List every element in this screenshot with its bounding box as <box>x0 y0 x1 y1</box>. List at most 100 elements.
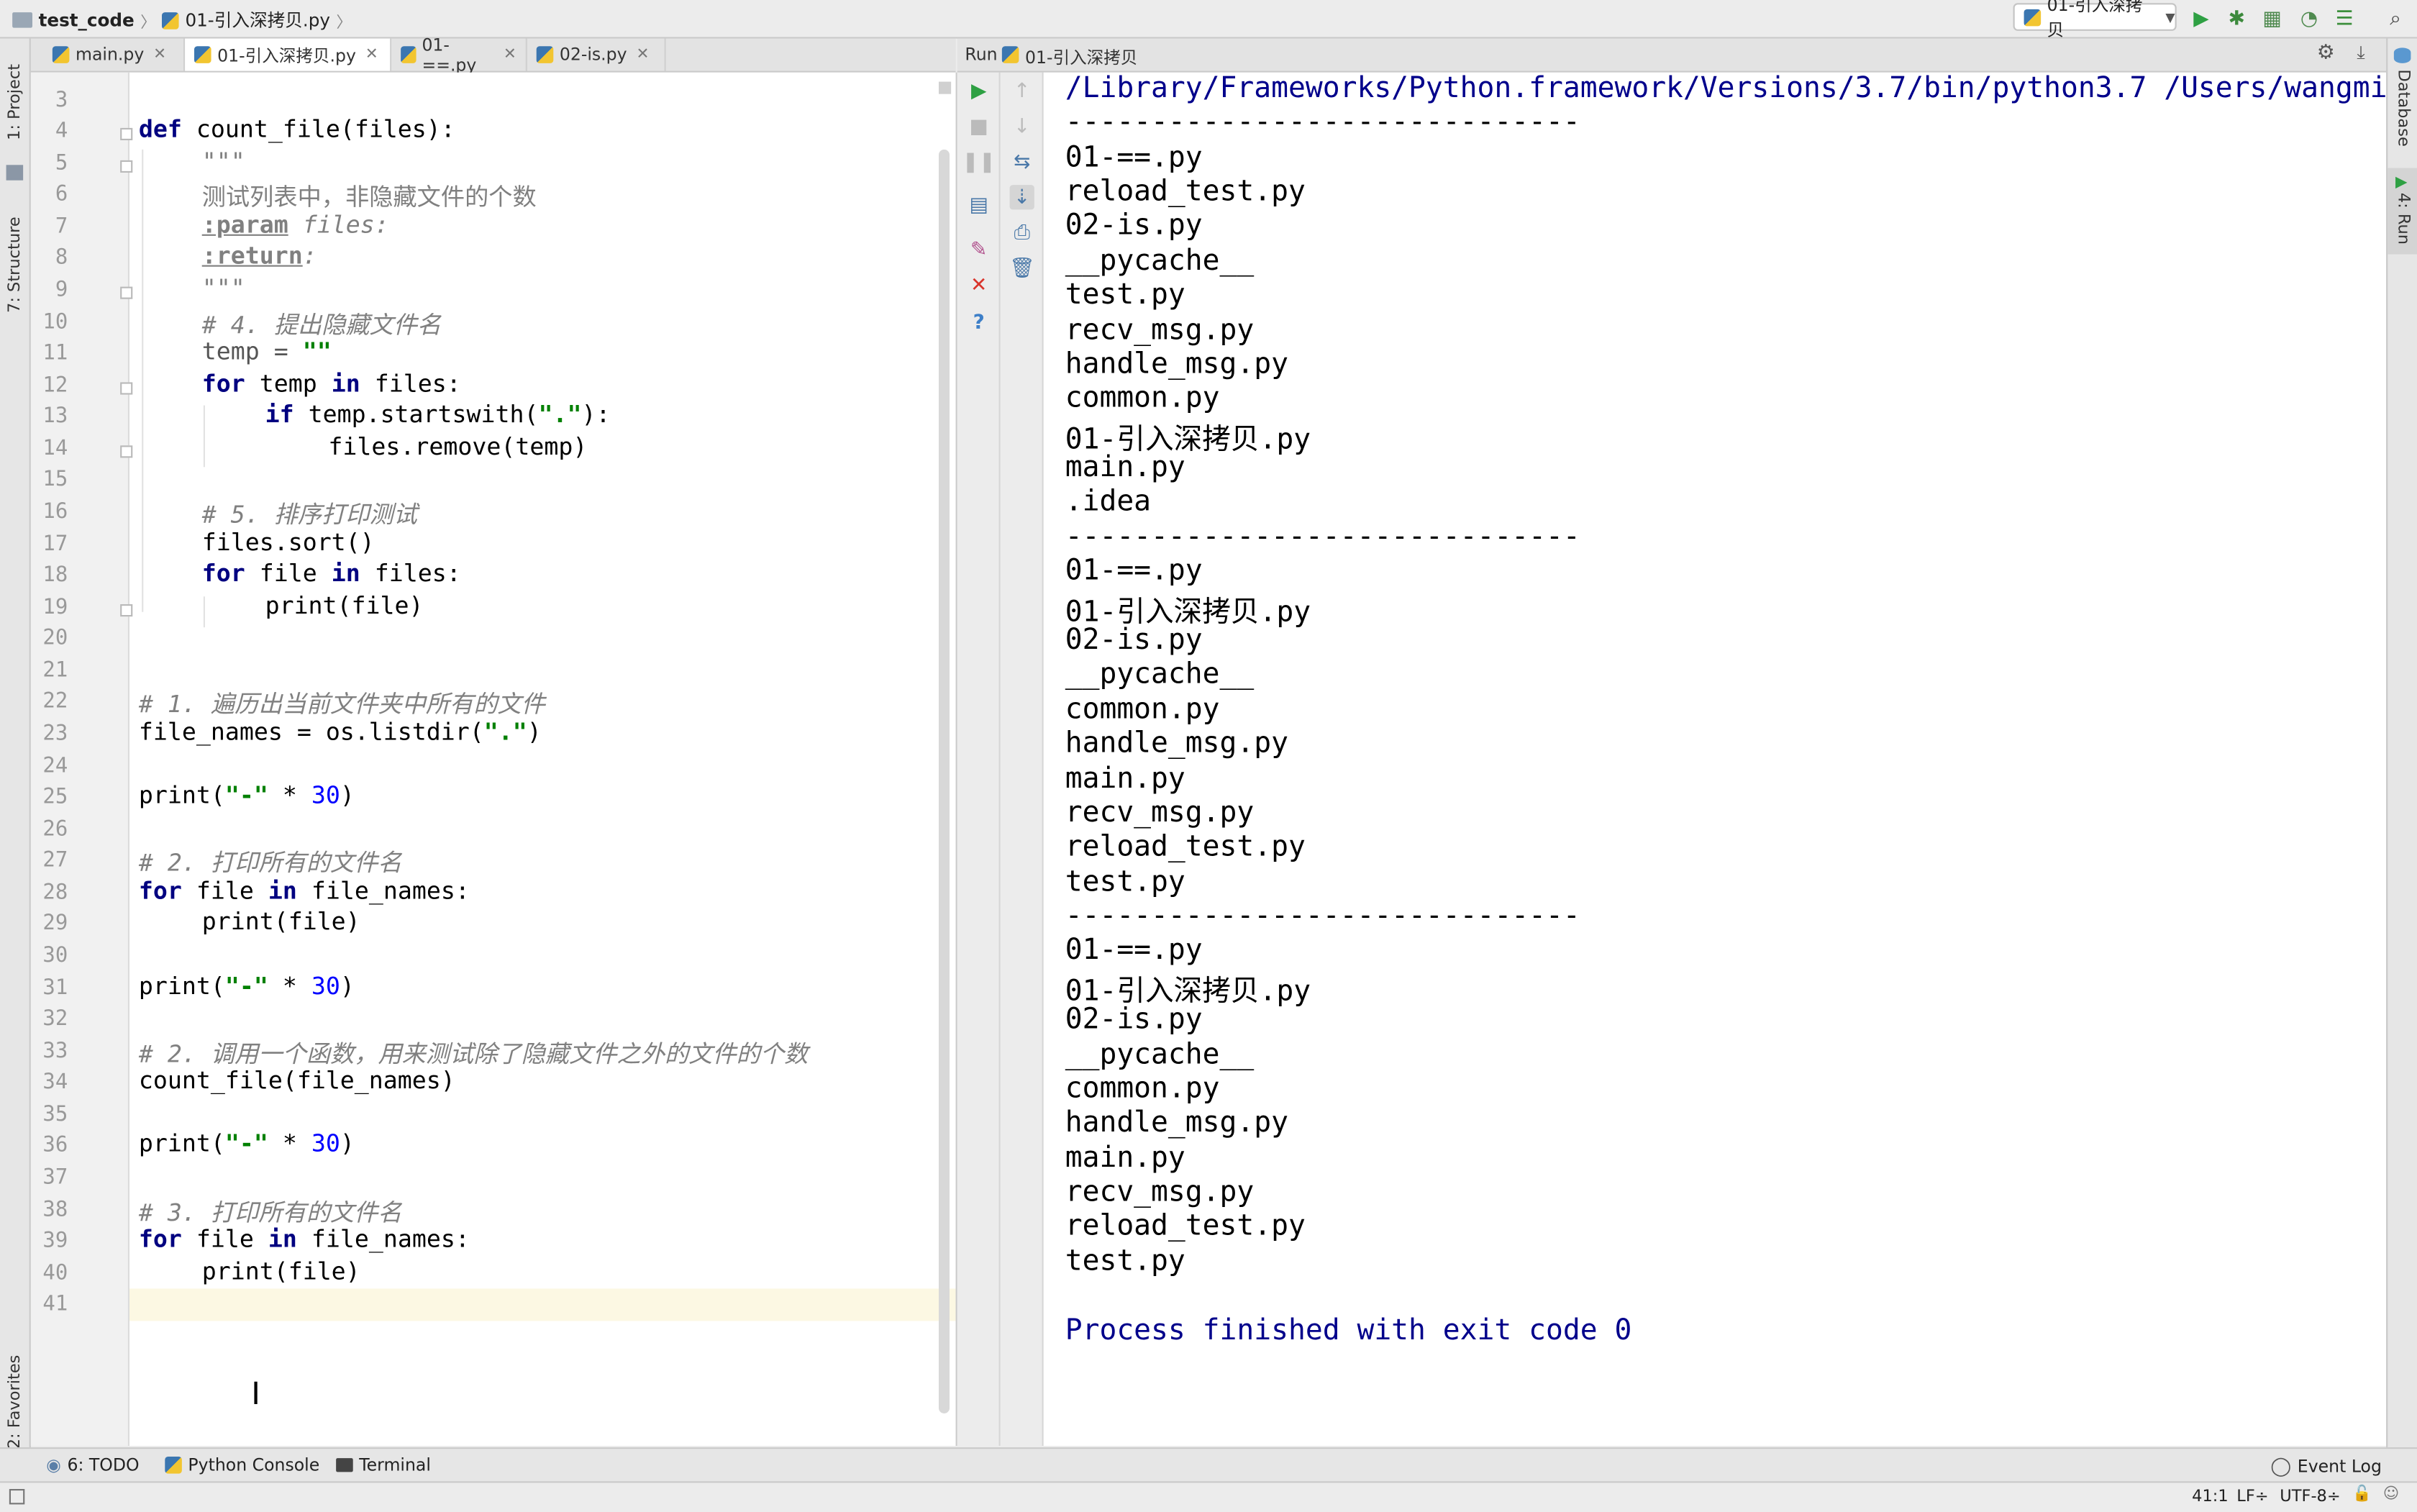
fold-marker[interactable] <box>120 604 133 617</box>
console-command: /Library/Frameworks/Python.framework/Ver… <box>1065 72 2387 105</box>
console-line: 01-==.py <box>1065 142 1203 175</box>
console-line: reload_test.py <box>1065 176 1306 209</box>
line-number: 19 <box>42 595 68 620</box>
run-configuration-select[interactable]: 01-引入深拷贝 ▼ <box>2013 0 2177 40</box>
left-tool-strip: 1: Project 7: Structure 2: Favorites ★ <box>0 38 31 1480</box>
fold-marker[interactable] <box>120 127 133 140</box>
concurrency-icon[interactable]: ☰ <box>2332 6 2357 31</box>
code-line: print(file) <box>201 908 360 936</box>
terminal-tool-button[interactable]: Terminal <box>336 1455 431 1475</box>
search-icon[interactable]: ⌕ <box>2383 6 2408 31</box>
line-number: 17 <box>42 532 68 557</box>
close-icon[interactable]: ✕ <box>636 46 649 63</box>
console-line: .idea <box>1065 486 1152 518</box>
pin-icon[interactable]: ✎ <box>967 237 991 262</box>
breadcrumb-project[interactable]: test_code <box>39 9 135 31</box>
soft-wrap-icon[interactable]: ⇆ <box>1010 150 1034 174</box>
toggle-tool-windows-icon[interactable] <box>9 1489 25 1505</box>
arrow-down-icon[interactable]: ↓ <box>1010 114 1034 139</box>
python-file-icon <box>536 46 554 63</box>
stop-icon[interactable]: ■ <box>967 114 991 139</box>
console-line: ------------------------------ <box>1065 106 1580 139</box>
python-console-tool-button[interactable]: Python Console <box>165 1455 319 1475</box>
line-number: 6 <box>55 181 68 207</box>
gear-icon[interactable]: ⚙ <box>2317 42 2335 65</box>
event-log-tool-button[interactable]: ◯ Event Log <box>2270 1455 2381 1477</box>
restore-layout-icon[interactable]: ▤ <box>967 193 991 217</box>
run-configuration-label: 01-引入深拷贝 <box>2047 0 2143 40</box>
fold-marker[interactable] <box>120 445 133 458</box>
line-number: 34 <box>42 1070 68 1095</box>
run-icon[interactable]: ▶ <box>2189 6 2213 31</box>
editor-tab-bar: main.py ✕ 01-引入深拷贝.py ✕ 01-==.py ✕ 02-is… <box>30 35 956 75</box>
favorites-tool-tab[interactable]: 2: Favorites <box>0 1349 29 1457</box>
caret-position[interactable]: 41:1 <box>2192 1488 2229 1506</box>
arrow-up-icon[interactable]: ↑ <box>1010 78 1034 103</box>
code-line: # 5. 排序打印测试 <box>201 501 418 529</box>
close-icon[interactable]: ✕ <box>504 46 516 63</box>
event-log-icon: ◯ <box>2270 1454 2292 1477</box>
indent-guide <box>142 149 144 612</box>
console-output[interactable]: /Library/Frameworks/Python.framework/Ver… <box>1043 72 2387 1446</box>
line-number: 23 <box>42 721 68 747</box>
print-icon[interactable]: ⎙ <box>1010 220 1034 245</box>
line-number: 3 <box>55 88 68 113</box>
line-number: 30 <box>42 943 68 968</box>
console-line: recv_msg.py <box>1065 314 1255 347</box>
run-panel-header: Run 01-引入深拷贝 ⚙ ⤓ <box>957 38 2387 73</box>
editor-scrollbar[interactable] <box>939 149 950 1413</box>
lock-icon[interactable]: 🔓 <box>2352 1486 2372 1503</box>
scroll-to-end-icon[interactable]: ⇣ <box>1009 185 1034 210</box>
structure-tool-tab[interactable]: 7: Structure <box>0 211 29 319</box>
code-line: if temp.startswith("."): <box>265 401 611 429</box>
tab-is[interactable]: 02-is.py ✕ <box>527 38 666 71</box>
console-line: __pycache__ <box>1065 245 1255 278</box>
close-icon[interactable]: ✕ <box>365 46 378 63</box>
fold-marker[interactable] <box>120 160 133 173</box>
line-number: 41 <box>42 1291 68 1316</box>
pause-icon[interactable]: ❚❚ <box>962 150 996 174</box>
help-icon[interactable]: ? <box>967 310 991 334</box>
project-icon <box>6 165 24 181</box>
code-line: files.sort() <box>201 529 375 557</box>
run-tool-tab[interactable]: 4: Run <box>2391 193 2416 251</box>
tab-label: 01-==.py <box>422 35 477 75</box>
code-line: for temp in files: <box>201 370 461 398</box>
line-number: 12 <box>42 373 68 398</box>
tab-main-py[interactable]: main.py ✕ <box>43 38 186 71</box>
line-number: 16 <box>42 499 68 524</box>
close-icon[interactable]: ✕ <box>153 46 166 63</box>
indent-guide <box>203 405 205 468</box>
tab-equals[interactable]: 01-==.py ✕ <box>391 35 527 75</box>
fold-marker[interactable] <box>120 382 133 395</box>
tab-label: 01-引入深拷贝.py <box>217 45 356 66</box>
line-number: 14 <box>42 436 68 461</box>
project-tool-tab[interactable]: 1: Project <box>0 47 29 155</box>
breadcrumb-file[interactable]: 01-引入深拷贝.py <box>185 8 330 32</box>
tab-deep-copy[interactable]: 01-引入深拷贝.py ✕ <box>185 38 392 71</box>
coverage-icon[interactable]: ▦ <box>2259 6 2284 31</box>
line-separator[interactable]: LF÷ <box>2236 1488 2268 1506</box>
trash-icon[interactable]: 🗑 <box>1009 256 1034 281</box>
rerun-icon[interactable]: ▶ <box>967 78 991 103</box>
console-line: recv_msg.py <box>1065 1176 1255 1208</box>
code-line: # 2. 打印所有的文件名 <box>138 849 402 878</box>
fold-marker[interactable] <box>120 286 133 299</box>
close-icon[interactable]: ✕ <box>967 273 991 297</box>
inspector-icon[interactable]: ☺ <box>2383 1486 2399 1503</box>
run-panel-title[interactable]: 01-引入深拷贝 <box>1025 45 1137 69</box>
hide-panel-icon[interactable]: ⤓ <box>2357 42 2364 65</box>
database-tool-tab[interactable]: Database <box>2391 69 2416 177</box>
line-number: 4 <box>55 119 68 144</box>
debug-icon[interactable]: ✱ <box>2224 6 2249 31</box>
console-line: __pycache__ <box>1065 658 1255 691</box>
code-line: file_names = os.listdir(".") <box>138 718 542 747</box>
line-number: 29 <box>42 911 68 936</box>
line-number: 32 <box>42 1006 68 1031</box>
code-editor[interactable]: 3 4 5 6 7 8 9 10 11 12 13 14 15 16 17 18… <box>30 72 957 1446</box>
console-line: reload_test.py <box>1065 831 1306 863</box>
file-encoding[interactable]: UTF-8÷ <box>2280 1488 2340 1506</box>
code-line: :param files: <box>201 211 389 240</box>
profile-icon[interactable]: ◔ <box>2297 6 2321 31</box>
todo-tool-button[interactable]: ◉ 6: TODO <box>46 1455 139 1475</box>
